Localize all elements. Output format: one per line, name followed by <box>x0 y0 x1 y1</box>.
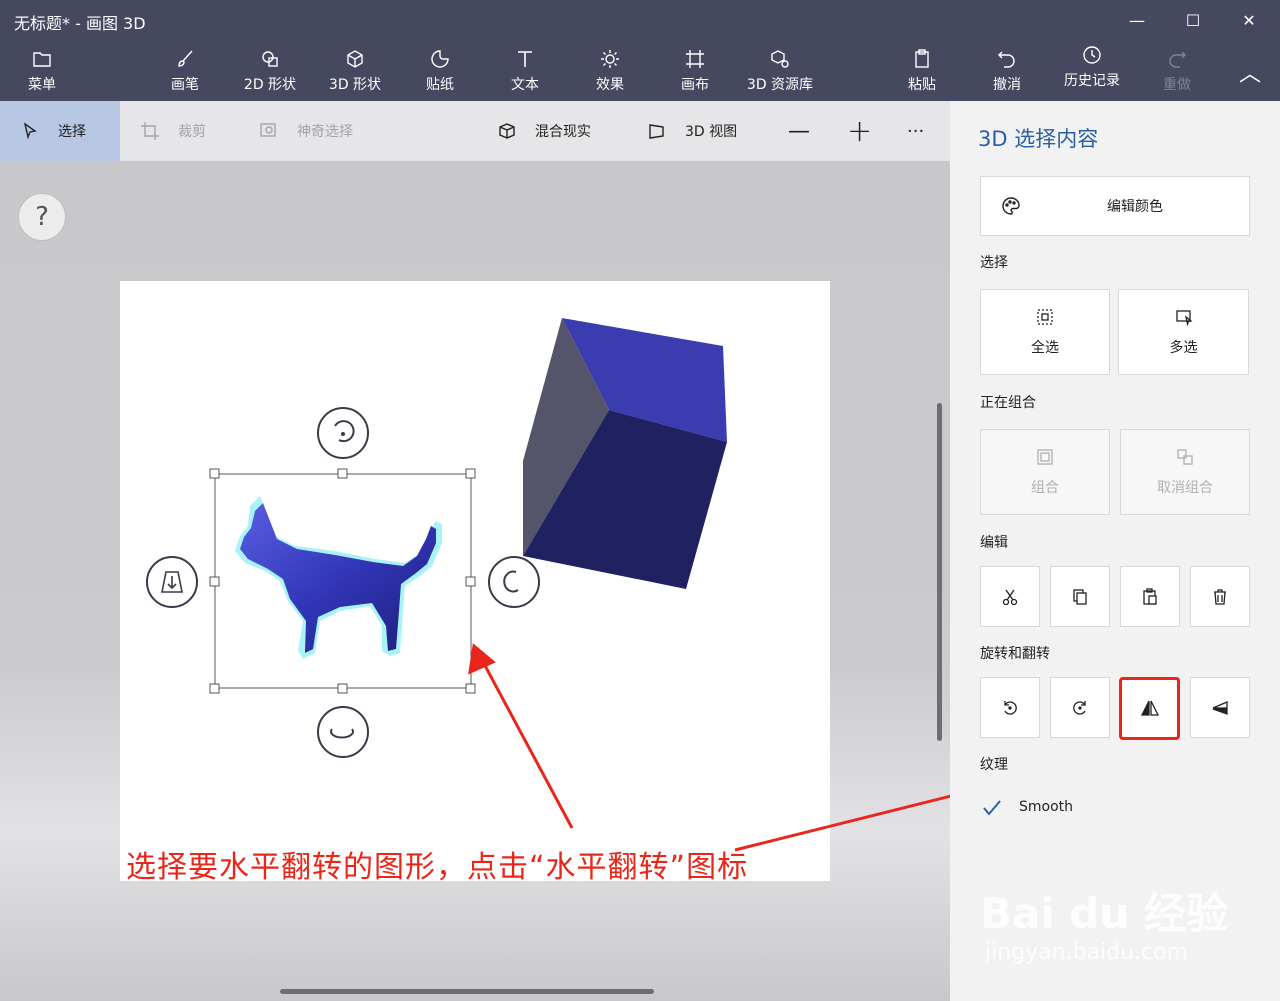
ungroup-button[interactable]: 取消组合 <box>1120 429 1250 515</box>
rotate-left-button[interactable] <box>980 677 1040 738</box>
paste-icon <box>1143 587 1157 605</box>
flip-vertical-button[interactable] <box>1190 677 1250 738</box>
palette-icon <box>1002 197 1020 215</box>
paste-button[interactable] <box>1120 566 1180 627</box>
edit-color-button[interactable]: 编辑颜色 <box>980 176 1250 236</box>
copy-button[interactable] <box>1050 566 1110 627</box>
group-section-label: 正在组合 <box>980 395 1036 411</box>
rotate-right-button[interactable] <box>1050 677 1110 738</box>
group-icon <box>1037 449 1053 465</box>
copy-icon <box>1073 588 1087 605</box>
rotate-right-icon <box>1073 700 1086 715</box>
texture-section-label: 纹理 <box>980 757 1008 773</box>
baidu-watermark-logo: Bai du 经验 <box>980 889 1228 938</box>
select-section-label: 选择 <box>980 255 1008 271</box>
multi-select-icon <box>1175 310 1192 327</box>
ungroup-icon <box>1177 449 1193 465</box>
trash-icon <box>1214 588 1226 605</box>
select-all-button[interactable]: 全选 <box>980 289 1110 375</box>
delete-button[interactable] <box>1190 566 1250 627</box>
multi-select-button[interactable]: 多选 <box>1118 289 1249 375</box>
annotation-text: 选择要水平翻转的图形，点击“水平翻转”图标 <box>126 850 749 885</box>
flip-vertical-icon <box>1212 700 1228 715</box>
edit-section-label: 编辑 <box>980 535 1008 551</box>
smooth-checkbox[interactable] <box>980 796 1004 820</box>
select-all-icon <box>1037 309 1053 325</box>
rotate-left-icon <box>1004 700 1017 715</box>
baidu-watermark-url: jingyan.baidu.com <box>985 940 1189 965</box>
cut-button[interactable] <box>980 566 1040 627</box>
checkmark-icon <box>983 800 1001 816</box>
rotate-flip-section-label: 旋转和翻转 <box>980 646 1050 662</box>
flip-horizontal-highlight <box>1119 677 1180 740</box>
panel-title: 3D 选择内容 <box>978 127 1099 151</box>
group-button[interactable]: 组合 <box>980 429 1110 515</box>
smooth-label: Smooth <box>1019 799 1074 815</box>
3d-selection-panel: 3D 选择内容 编辑颜色 选择 全选 多选 正在组合 组合 取消组合 编辑 旋转… <box>950 101 1280 1001</box>
scissors-icon <box>1002 589 1018 605</box>
